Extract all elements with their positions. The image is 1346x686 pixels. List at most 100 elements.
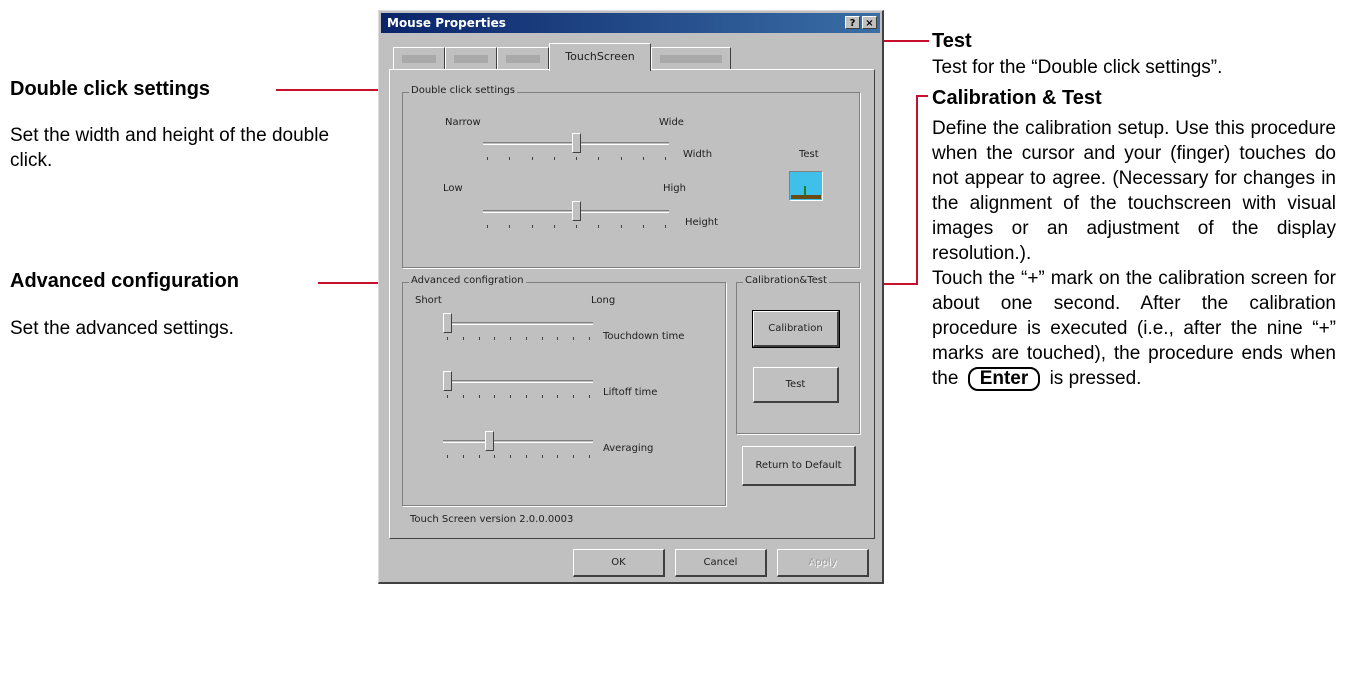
slider-tick [542,395,543,398]
calibration-test-button[interactable]: Test [753,367,839,403]
slider-tick [510,455,511,458]
slider-tick [510,395,511,398]
tab-touchscreen[interactable]: TouchScreen [549,43,651,71]
height-label: Height [685,217,719,228]
apply-button[interactable]: Apply [777,549,869,577]
slider-tick [621,157,622,160]
close-button[interactable]: × [862,16,877,29]
slider-thumb[interactable] [572,201,581,221]
advanced-configuration-group: Advanced configration Short Long Touchdo… [402,275,726,506]
liftoff-time-slider[interactable] [443,371,593,399]
test-annotation-text: Test for the “Double click settings”. [932,57,1223,78]
tab-buttons[interactable] [393,47,445,69]
slider-tick [573,337,574,340]
tab-pointers-label [454,55,488,63]
slider-tick [532,157,533,160]
width-label: Width [683,149,713,160]
slider-tick [589,337,590,340]
return-to-default-button[interactable]: Return to Default [742,446,856,486]
mouse-properties-dialog: Mouse Properties ? × TouchScreen Double … [378,10,884,584]
advanced-max-label: Long [591,295,616,306]
slider-tick [589,455,590,458]
slider-track [443,440,593,443]
calibration-annotation-title: Calibration & Test [932,87,1102,109]
touchdown-time-slider[interactable] [443,313,593,341]
slider-tick [510,337,511,340]
dialog-titlebar[interactable]: Mouse Properties ? × [381,13,880,33]
slider-thumb[interactable] [443,313,452,333]
test-area-ground-icon [791,195,821,199]
double-click-group: Double click settings Narrow Wide Width … [402,85,860,268]
slider-tick [598,225,599,228]
calibration-callout-vertical-line [916,95,918,285]
height-slider[interactable] [483,201,669,229]
slider-thumb[interactable] [572,133,581,153]
tab-motion[interactable] [497,47,549,69]
slider-tick [494,337,495,340]
slider-tick [665,157,666,160]
slider-tick [589,395,590,398]
slider-thumb[interactable] [443,371,452,391]
touchscreen-panel: Double click settings Narrow Wide Width … [389,69,875,539]
slider-tick [576,157,577,160]
slider-tick [665,225,666,228]
slider-tick [526,455,527,458]
slider-tick [554,157,555,160]
slider-tick [463,337,464,340]
averaging-label: Averaging [603,443,654,454]
slider-tick [554,225,555,228]
enter-key-icon: Enter [967,367,1041,391]
double-click-annotation-text: Set the width and height of the double c… [10,125,330,171]
test-annotation-title: Test [932,30,972,52]
slider-tick [557,395,558,398]
calibration-annotation-para2: Touch the “+” mark on the calibration sc… [932,266,1336,391]
slider-tick [447,455,448,458]
slider-tick [526,395,527,398]
slider-tick [494,455,495,458]
double-click-test-area[interactable] [789,171,823,201]
slider-tick [542,455,543,458]
slider-tick [487,157,488,160]
tab-general-label [660,55,722,63]
slider-tick [487,225,488,228]
slider-tick [576,225,577,228]
advanced-annotation-title: Advanced configuration [10,270,239,292]
cancel-button[interactable]: Cancel [675,549,767,577]
width-slider[interactable] [483,133,669,161]
double-click-group-label: Double click settings [409,85,518,96]
slider-tick [557,337,558,340]
calibration-group-label: Calibration&Test [743,275,829,286]
slider-thumb[interactable] [485,431,494,451]
ok-button[interactable]: OK [573,549,665,577]
slider-tick [643,225,644,228]
width-min-label: Narrow [445,117,481,128]
slider-tick [573,455,574,458]
slider-tick [509,157,510,160]
width-max-label: Wide [659,117,684,128]
calibration-annotation-para2-end: is pressed. [1049,368,1142,389]
advanced-min-label: Short [415,295,442,306]
height-min-label: Low [443,183,463,194]
slider-tick [479,395,480,398]
slider-tick [532,225,533,228]
slider-tick [643,157,644,160]
slider-tick [621,225,622,228]
tab-pointers[interactable] [445,47,497,69]
help-button[interactable]: ? [845,16,860,29]
double-click-annotation-title: Double click settings [10,78,211,100]
slider-tick [557,455,558,458]
slider-tick [463,395,464,398]
advanced-annotation-text: Set the advanced settings. [10,318,234,339]
averaging-slider[interactable] [443,431,593,459]
slider-tick [573,395,574,398]
touchdown-time-label: Touchdown time [603,331,685,342]
calibration-callout-top-line [916,95,928,97]
slider-tick [479,455,480,458]
calibration-button[interactable]: Calibration [752,310,840,348]
test-area-plant-icon [804,186,806,196]
liftoff-time-label: Liftoff time [603,387,658,398]
tab-general[interactable] [651,47,731,69]
slider-tick [494,395,495,398]
slider-track [443,322,593,325]
test-area-label: Test [799,149,819,160]
